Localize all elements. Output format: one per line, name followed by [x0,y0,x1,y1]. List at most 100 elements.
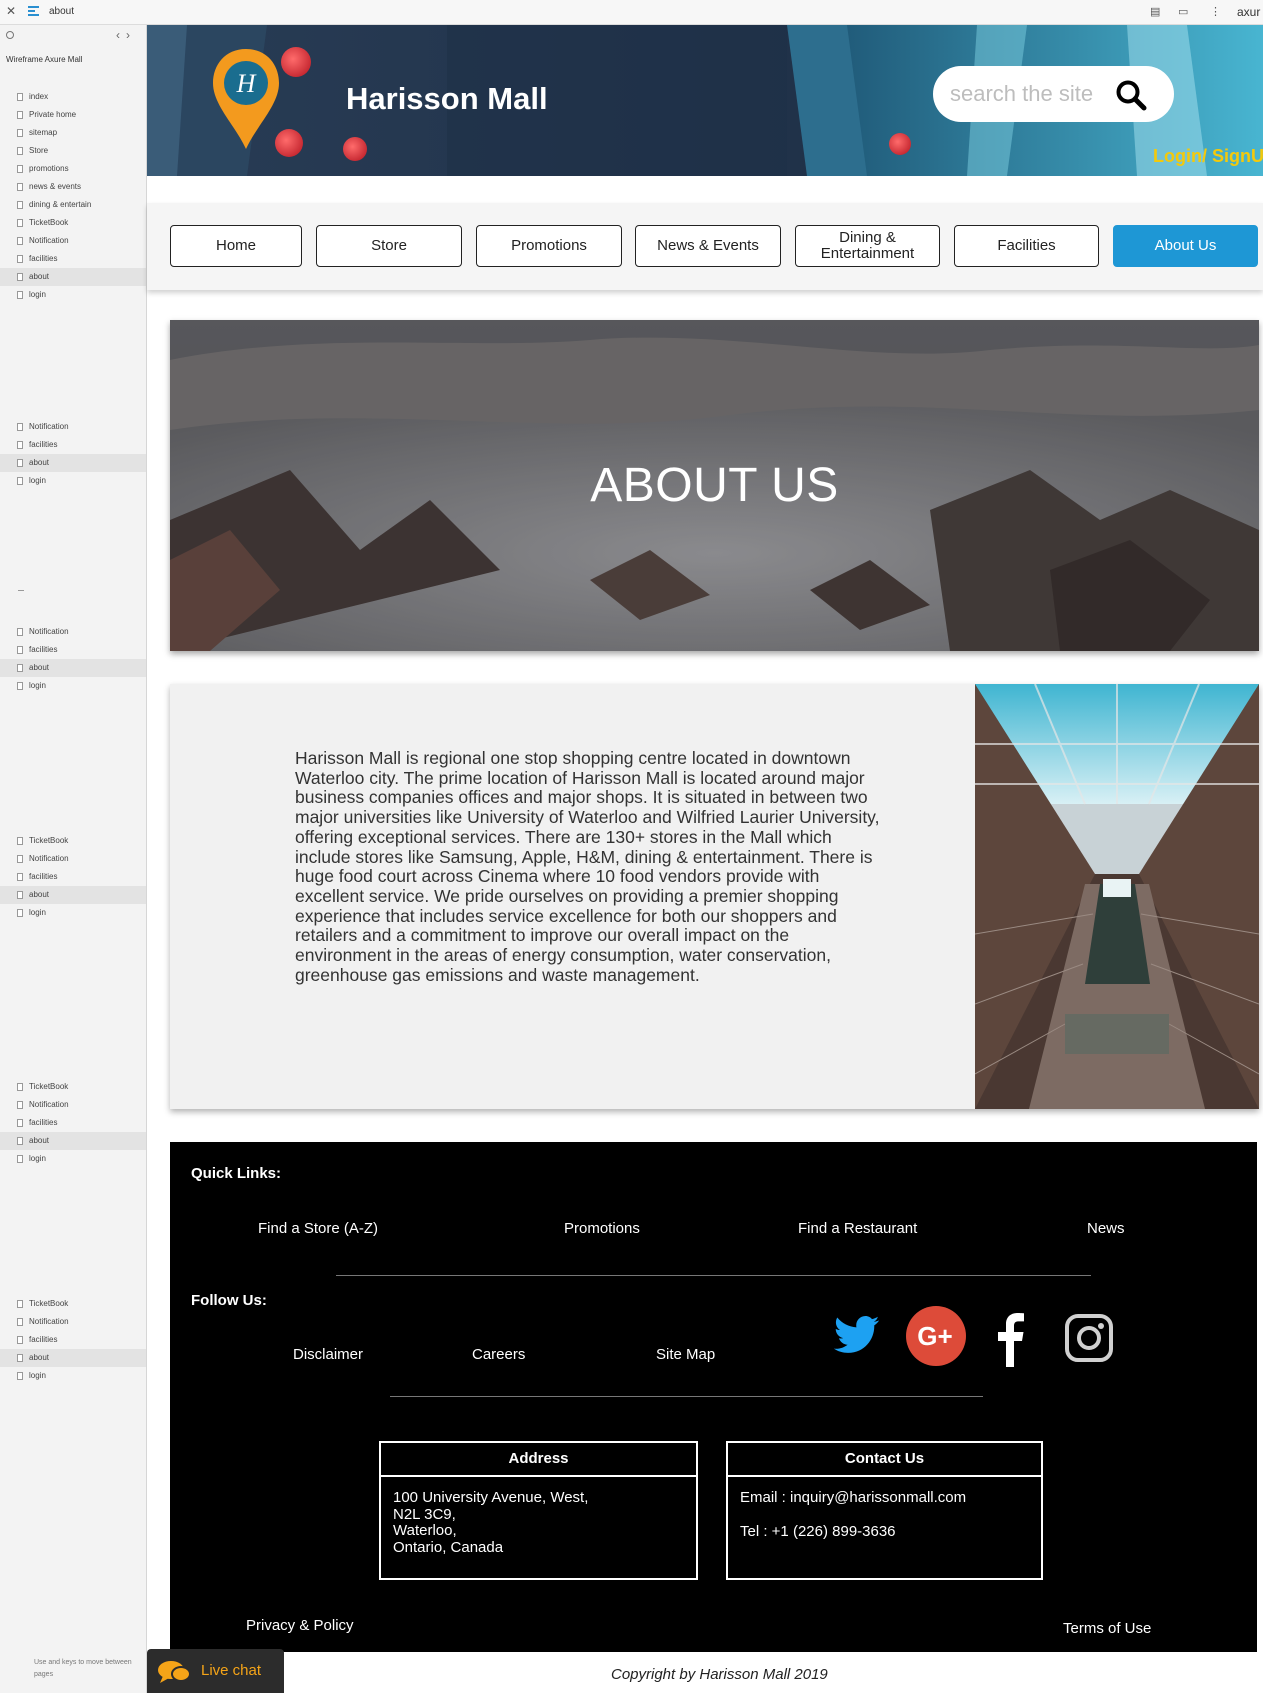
sidebar-page-login[interactable]: login [0,677,146,695]
sidebar-page-private-home[interactable]: Private home [0,106,146,124]
follow-us-label: Follow Us: [191,1292,267,1309]
sidebar-page-label: login [29,290,46,299]
page-icon [17,873,23,881]
page-icon [17,1101,23,1109]
nav-about-us[interactable]: About Us [1113,225,1258,267]
contact-email[interactable]: Email : inquiry@harissonmall.com [740,1489,1029,1507]
page-icon [17,1137,23,1145]
comment-icon[interactable]: ▭ [1178,5,1188,18]
footer-divider [390,1396,983,1397]
sidebar-page-dining-entertain[interactable]: dining & entertain [0,196,146,214]
page-icon [17,423,23,431]
more-icon[interactable]: ⋮ [1210,5,1221,18]
nav-store[interactable]: Store [316,225,462,267]
search-input[interactable] [950,80,1120,108]
nav-promotions[interactable]: Promotions [476,225,622,267]
page-icon [17,93,23,101]
sidebar-page-promotions[interactable]: promotions [0,160,146,178]
address-line: N2L 3C9, [393,1505,456,1523]
sidebar-page-index[interactable]: index [0,88,146,106]
close-icon[interactable]: ✕ [6,4,16,18]
sidebar-page-news-events[interactable]: news & events [0,178,146,196]
sidebar-page-label: about [29,890,50,899]
find-restaurant-link[interactable]: Find a Restaurant [798,1220,917,1237]
notes-icon[interactable]: ▤ [1150,5,1160,18]
sidebar-page-ticketbook[interactable]: TicketBook [0,1078,146,1096]
nav-facilities[interactable]: Facilities [954,225,1099,267]
nav-home[interactable]: Home [170,225,302,267]
sidebar-page-login[interactable]: login [0,904,146,922]
sidebar-page-about[interactable]: about [0,1132,146,1150]
login-signup-link[interactable]: Login/ SignU [1153,146,1263,167]
facebook-icon[interactable] [992,1309,1026,1367]
contact-heading: Contact Us [728,1443,1041,1477]
page-icon [17,1300,23,1308]
instagram-icon[interactable] [1064,1313,1114,1363]
sidebar-page-facilities[interactable]: facilities [0,641,146,659]
sidebar-page-about[interactable]: about [0,454,146,472]
page-icon [17,909,23,917]
sidebar-page-sitemap[interactable]: sitemap [0,124,146,142]
live-chat-label: Live chat [201,1662,262,1679]
sidebar-page-facilities[interactable]: facilities [0,1331,146,1349]
sidebar-page-label: facilities [29,254,58,263]
lantern-decoration [343,137,367,161]
sidebar-page-facilities[interactable]: facilities [0,250,146,268]
terms-of-use-link[interactable]: Terms of Use [1063,1620,1151,1637]
sidebar-page-login[interactable]: login [0,472,146,490]
live-chat-button[interactable]: Live chat [147,1649,284,1693]
sidebar-page-ticketbook[interactable]: TicketBook [0,214,146,232]
sidebar-page-about[interactable]: about [0,886,146,904]
sidebar-page-notification[interactable]: Notification [0,418,146,436]
sidebar-page-ticketbook[interactable]: TicketBook [0,1295,146,1313]
site-title[interactable]: Harisson Mall [346,81,548,117]
sidebar-page-notification[interactable]: Notification [0,850,146,868]
news-link[interactable]: News [1087,1220,1125,1237]
sidebar-page-about[interactable]: about [0,1349,146,1367]
sidebar-page-ticketbook[interactable]: TicketBook [0,832,146,850]
sidebar-page-login[interactable]: login [0,1150,146,1168]
sidebar-page-facilities[interactable]: facilities [0,868,146,886]
page-icon [17,1336,23,1344]
copyright-text: Copyright by Harisson Mall 2019 [611,1666,828,1683]
sidebar-page-notification[interactable]: Notification [0,1096,146,1114]
contact-box: Contact Us Email : inquiry@harissonmall.… [726,1441,1043,1580]
sidebar-page-notification[interactable]: Notification [0,623,146,641]
sidebar-page-label: index [29,92,49,101]
nav-dining-entertainment[interactable]: Dining & Entertainment [795,225,940,267]
sidebar-page-about[interactable]: about [0,268,146,286]
privacy-policy-link[interactable]: Privacy & Policy [246,1617,354,1634]
sidebar-page-facilities[interactable]: facilities [0,436,146,454]
careers-link[interactable]: Careers [472,1346,525,1363]
sidebar-page-facilities[interactable]: facilities [0,1114,146,1132]
site-map-link[interactable]: Site Map [656,1346,715,1363]
page-icon [17,273,23,281]
sitemap-menu-icon[interactable] [28,6,39,18]
lantern-decoration [889,133,911,155]
sidebar-page-login[interactable]: login [0,286,146,304]
sidebar-page-notification[interactable]: Notification [0,1313,146,1331]
sidebar-page-label: Notification [29,1317,69,1326]
sidebar-page-about[interactable]: about [0,659,146,677]
contact-phone[interactable]: Tel : +1 (226) 899-3636 [740,1523,1029,1541]
google-plus-icon[interactable]: G+ [906,1306,966,1366]
prev-next-page-arrows[interactable]: ‹› [116,28,136,42]
search-icon[interactable] [1115,79,1149,111]
find-store-link[interactable]: Find a Store (A-Z) [258,1220,378,1237]
sidebar-page-notification[interactable]: Notification [0,232,146,250]
logo-letter: H [236,69,257,98]
project-title: Wireframe Axure Mall [6,55,83,64]
sidebar-page-label: TicketBook [29,218,69,227]
sidebar-page-label: about [29,1136,50,1145]
sidebar-page-login[interactable]: login [0,1367,146,1385]
about-hero-banner: ABOUT US [170,320,1259,651]
twitter-icon[interactable] [834,1314,880,1356]
nav-news-events[interactable]: News & Events [635,225,781,267]
sidebar-page-label: facilities [29,872,58,881]
mall-logo-icon[interactable]: H [211,47,281,151]
page-icon [17,1354,23,1362]
sidebar-page-store[interactable]: Store [0,142,146,160]
promotions-link[interactable]: Promotions [564,1220,640,1237]
search-icon[interactable] [6,31,14,39]
disclaimer-link[interactable]: Disclaimer [293,1346,363,1363]
